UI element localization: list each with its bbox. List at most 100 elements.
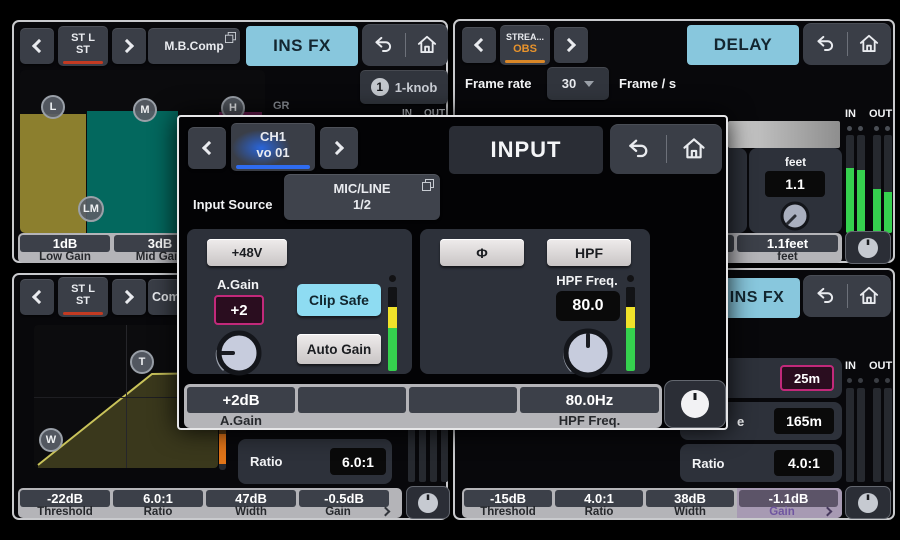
undo-icon[interactable] bbox=[813, 32, 837, 56]
touch-knob-button[interactable] bbox=[845, 486, 891, 519]
meter-seg-off bbox=[388, 287, 397, 307]
auto-gain-label: Auto Gain bbox=[307, 342, 372, 357]
param-gain-value[interactable]: -0.5dB bbox=[299, 490, 389, 507]
module-select-button[interactable]: M.B.Comp bbox=[148, 28, 240, 64]
param-bar: +2dB A.Gain 80.0Hz HPF Freq. bbox=[184, 384, 662, 428]
next-channel-button[interactable] bbox=[554, 27, 588, 63]
mid-band-handle[interactable]: M bbox=[133, 98, 157, 122]
chevron-left-icon bbox=[202, 141, 216, 155]
hpf-freq-value: 80.0 bbox=[572, 297, 603, 315]
meter-fill bbox=[846, 168, 854, 233]
param-value: -22dB bbox=[47, 491, 83, 506]
prev-channel-button[interactable] bbox=[20, 28, 54, 64]
meter-seg-green bbox=[626, 328, 635, 371]
hpf-freq-value-box[interactable]: 80.0 bbox=[556, 291, 620, 321]
input-source-line1: MIC/LINE bbox=[333, 181, 390, 197]
param-threshold-value[interactable]: -22dB bbox=[20, 490, 110, 507]
param-cell[interactable] bbox=[298, 387, 406, 413]
next-channel-button[interactable] bbox=[112, 279, 146, 315]
out-meter-l bbox=[873, 388, 881, 482]
out-meter-label: OUT bbox=[869, 360, 892, 372]
knob-icon bbox=[856, 491, 880, 515]
hpf-freq-knob[interactable] bbox=[558, 323, 618, 383]
param-ratio-value[interactable]: 4.0:1 bbox=[555, 490, 643, 507]
frame-rate-dropdown[interactable]: 30 bbox=[547, 67, 609, 100]
out-meter-l bbox=[873, 135, 881, 233]
undo-icon[interactable] bbox=[813, 284, 837, 308]
ratio-value-box[interactable]: 6.0:1 bbox=[330, 448, 386, 475]
undo-icon[interactable] bbox=[371, 33, 395, 57]
tab-delay[interactable]: DELAY bbox=[687, 25, 799, 65]
input-source-button[interactable]: MIC/LINE 1/2 bbox=[284, 174, 440, 220]
lowmid-band-handle-label: LM bbox=[83, 203, 99, 215]
param-delay-value[interactable]: 1.1feet bbox=[737, 235, 838, 252]
channel-select-button[interactable]: CH1 vo 01 bbox=[231, 123, 315, 171]
input-source-label: Input Source bbox=[193, 197, 272, 212]
prev-channel-button[interactable] bbox=[188, 127, 226, 169]
hpf-button[interactable]: HPF bbox=[547, 239, 631, 266]
clip-safe-button[interactable]: Clip Safe bbox=[297, 284, 381, 316]
again-knob[interactable] bbox=[211, 325, 267, 381]
param-width-value[interactable]: 38dB bbox=[646, 490, 734, 507]
meter-peak-dot bbox=[858, 126, 863, 131]
channel-name-line1: CH1 bbox=[260, 129, 286, 145]
dropdown-arrow-icon bbox=[584, 81, 594, 87]
prev-channel-button[interactable] bbox=[20, 279, 54, 315]
prev-channel-button[interactable] bbox=[462, 27, 496, 63]
lowmid-band-handle[interactable]: LM bbox=[78, 196, 104, 222]
param-threshold-value[interactable]: -15dB bbox=[464, 490, 552, 507]
threshold-handle[interactable]: T bbox=[130, 350, 154, 374]
chevron-left-icon bbox=[474, 38, 488, 52]
channel-name-line2: ST bbox=[76, 295, 90, 307]
frame-rate-unit: Frame / s bbox=[619, 76, 676, 91]
next-channel-button[interactable] bbox=[112, 28, 146, 64]
channel-select-button[interactable]: STREA... OBS bbox=[500, 25, 550, 65]
delay-value-box[interactable]: 1.1 bbox=[765, 171, 825, 197]
width-handle[interactable]: W bbox=[39, 428, 63, 452]
chevron-left-icon bbox=[32, 290, 46, 304]
param-width-value[interactable]: 47dB bbox=[206, 490, 296, 507]
home-icon[interactable] bbox=[680, 135, 708, 163]
phase-button[interactable]: Φ bbox=[440, 239, 524, 266]
param-again-label: A.Gain bbox=[187, 413, 295, 427]
param-gain-value[interactable]: -1.1dB bbox=[739, 490, 838, 507]
param-cell[interactable] bbox=[409, 387, 517, 413]
low-band-handle[interactable]: L bbox=[41, 95, 65, 119]
touch-knob-button[interactable] bbox=[664, 380, 726, 428]
in-meter-label: IN bbox=[845, 108, 856, 120]
param-again-value[interactable]: +2dB bbox=[187, 387, 295, 413]
mid-band-handle-label: M bbox=[140, 104, 149, 116]
channel-color-underline bbox=[236, 165, 310, 169]
channel-select-button[interactable]: ST L ST bbox=[58, 26, 108, 66]
phantom-48v-button[interactable]: +48V bbox=[207, 239, 287, 266]
again-value-box[interactable]: +2 bbox=[214, 295, 264, 325]
auto-gain-button[interactable]: Auto Gain bbox=[297, 334, 381, 364]
tab-ins-fx[interactable]: INS FX bbox=[246, 26, 358, 66]
one-knob-button[interactable]: 1 1-knob bbox=[360, 70, 448, 104]
channel-select-button[interactable]: ST L ST bbox=[58, 277, 108, 317]
knob-icon bbox=[856, 236, 880, 260]
home-icon[interactable] bbox=[857, 284, 881, 308]
undo-icon[interactable] bbox=[624, 135, 652, 163]
in-meter-l bbox=[846, 135, 854, 233]
param-low-gain-value[interactable]: 1dB bbox=[20, 235, 110, 252]
phase-label: Φ bbox=[476, 245, 488, 261]
next-channel-button[interactable] bbox=[320, 127, 358, 169]
frame-rate-label: Frame rate bbox=[465, 76, 531, 91]
touch-knob-button[interactable] bbox=[845, 231, 891, 264]
home-icon[interactable] bbox=[415, 33, 439, 57]
ratio-value-box[interactable]: 4.0:1 bbox=[774, 450, 834, 476]
param-ratio-value[interactable]: 6.0:1 bbox=[113, 490, 203, 507]
delay-knob[interactable] bbox=[778, 199, 812, 233]
attack-value-box[interactable]: 25m bbox=[780, 365, 834, 391]
meter-fill bbox=[873, 189, 881, 233]
release-value-box[interactable]: 165m bbox=[774, 408, 834, 434]
meter-peak-dot bbox=[885, 126, 890, 131]
more-params-chevron[interactable] bbox=[381, 507, 391, 517]
in-meter-l bbox=[846, 388, 854, 482]
touch-knob-button[interactable] bbox=[406, 486, 450, 519]
chevron-right-icon bbox=[330, 141, 344, 155]
ratio-label: Ratio bbox=[692, 456, 725, 471]
home-icon[interactable] bbox=[857, 32, 881, 56]
param-hpf-freq-value[interactable]: 80.0Hz bbox=[520, 387, 659, 413]
